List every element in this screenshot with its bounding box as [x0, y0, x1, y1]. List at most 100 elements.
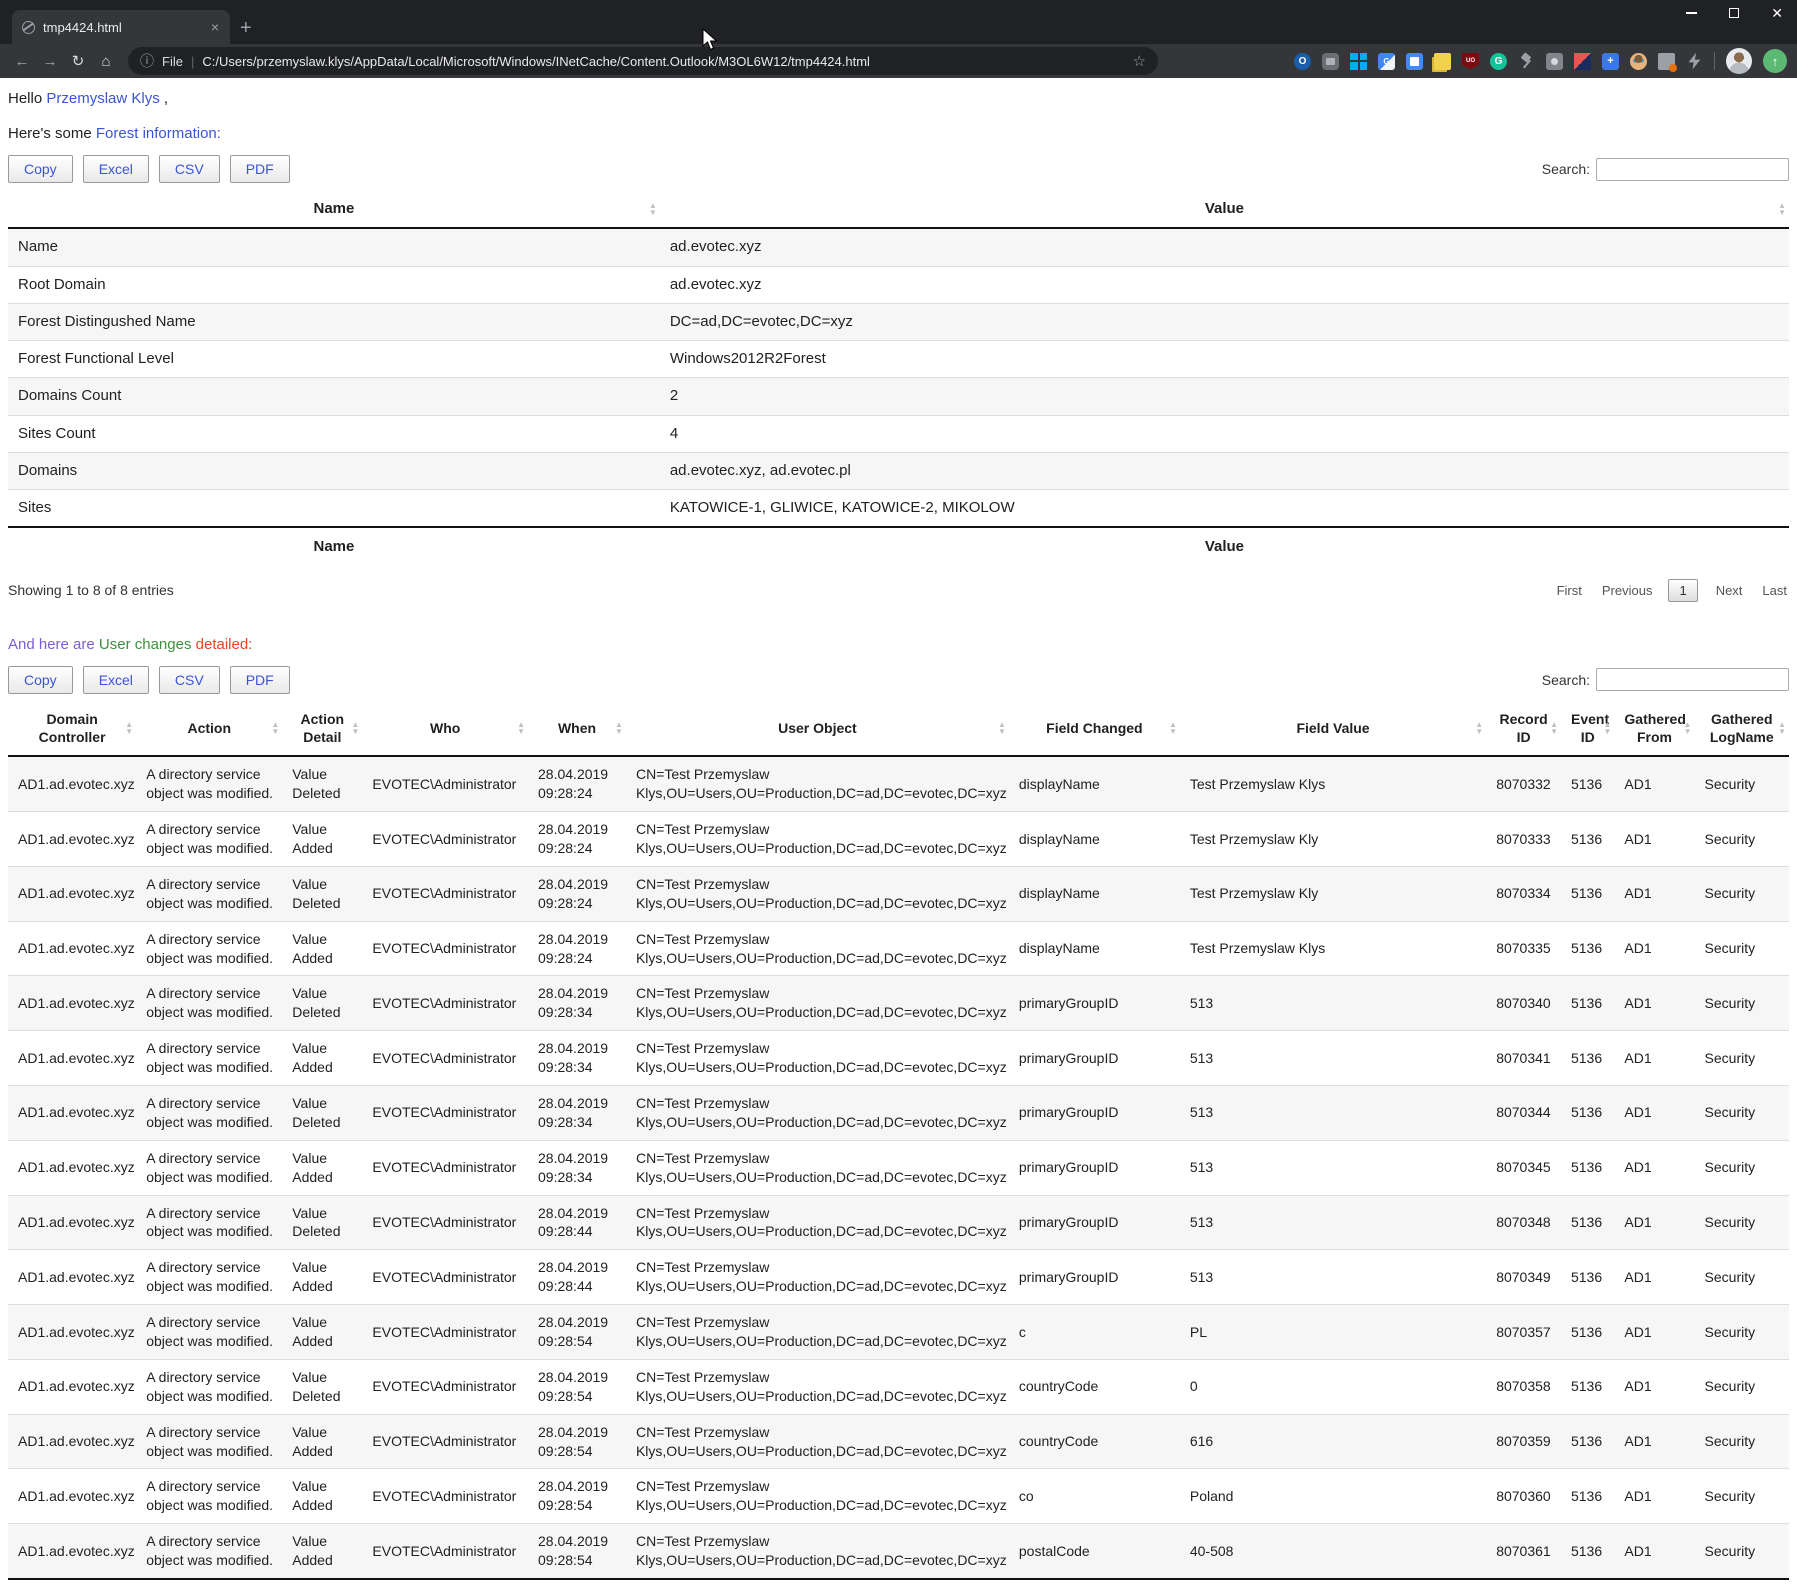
changes-table: Domain Controller▲▼Action▲▼Action Detail…	[8, 702, 1789, 1585]
table-row: SitesKATOWICE-1, GLIWICE, KATOWICE-2, MI…	[8, 490, 1789, 528]
column-header-label: Gathered From	[1624, 711, 1685, 746]
cell-event-id: 5136	[1561, 1085, 1614, 1140]
column-header-action-detail[interactable]: Action Detail▲▼	[282, 702, 362, 757]
table-row: AD1.ad.evotec.xyzA directory service obj…	[8, 866, 1789, 921]
changes-intro-prefix: And here are	[8, 636, 99, 653]
cell-value: Windows2012R2Forest	[660, 341, 1789, 378]
column-header-record-id[interactable]: Record ID▲▼	[1486, 702, 1561, 757]
cell-event-id: 5136	[1561, 812, 1614, 867]
cell-name: Sites	[8, 490, 660, 528]
cell-who: EVOTEC\Administrator	[362, 1085, 528, 1140]
forest-information-label: Forest information:	[96, 125, 221, 142]
cell-when: 28.04.2019 09:28:24	[528, 921, 626, 976]
excel-button[interactable]: Excel	[83, 666, 149, 694]
browser-tab[interactable]: tmp4424.html ×	[12, 10, 230, 44]
pagination-last-button[interactable]: Last	[1760, 579, 1789, 602]
table-row: Domains Count2	[8, 378, 1789, 415]
page-info-icon[interactable]: ⓘ	[140, 51, 154, 71]
cell-domain-controller: AD1.ad.evotec.xyz	[8, 1305, 136, 1360]
sort-icon: ▲▼	[351, 721, 359, 735]
cell-user-object: CN=Test Przemyslaw Klys,OU=Users,OU=Prod…	[626, 1469, 1009, 1524]
bookmark-star-icon[interactable]: ☆	[1133, 52, 1146, 70]
cell-domain-controller: AD1.ad.evotec.xyz	[8, 1250, 136, 1305]
ublock-icon[interactable]	[1462, 53, 1479, 70]
pagination-previous-button[interactable]: Previous	[1600, 579, 1655, 602]
pdf-button[interactable]: PDF	[230, 155, 290, 183]
column-header-gathered-logname[interactable]: Gathered LogName▲▼	[1695, 702, 1789, 757]
column-header-value[interactable]: Value▲▼	[660, 191, 1789, 228]
column-header-field-changed[interactable]: Field Changed▲▼	[1009, 702, 1180, 757]
cell-who: EVOTEC\Administrator	[362, 1524, 528, 1579]
column-header-field-value[interactable]: Field Value▲▼	[1180, 702, 1486, 757]
pdf-button[interactable]: PDF	[230, 666, 290, 694]
cell-when: 28.04.2019 09:28:24	[528, 812, 626, 867]
onepassword-icon[interactable]	[1294, 53, 1311, 70]
footer-header-label: Name	[313, 538, 354, 555]
pagination-next-button[interactable]: Next	[1714, 579, 1745, 602]
cell-field-value: 513	[1180, 1031, 1486, 1086]
pin-icon[interactable]	[1518, 53, 1535, 70]
user-changes-label: User changes	[99, 636, 192, 653]
lightning-icon[interactable]	[1686, 53, 1703, 70]
window-minimize-button[interactable]	[1686, 12, 1697, 14]
person-icon[interactable]	[1630, 53, 1647, 70]
cell-field-changed: countryCode	[1009, 1359, 1180, 1414]
recorder-icon[interactable]	[1658, 53, 1675, 70]
cell-record-id: 8070341	[1486, 1031, 1561, 1086]
toolbar-divider	[1714, 52, 1715, 70]
column-header-when[interactable]: When▲▼	[528, 702, 626, 757]
pagination-page-1-button[interactable]: 1	[1668, 579, 1697, 602]
grammarly-icon[interactable]	[1490, 53, 1507, 70]
column-header-name[interactable]: Name▲▼	[8, 191, 660, 228]
column-header-event-id[interactable]: Event ID▲▼	[1561, 702, 1614, 757]
reload-icon[interactable]: ↻	[66, 52, 90, 70]
flag-icon[interactable]	[1574, 53, 1591, 70]
column-header-label: When	[558, 720, 596, 736]
table-row: AD1.ad.evotec.xyzA directory service obj…	[8, 976, 1789, 1031]
cell-user-object: CN=Test Przemyslaw Klys,OU=Users,OU=Prod…	[626, 976, 1009, 1031]
excel-button[interactable]: Excel	[83, 155, 149, 183]
screenshot-icon[interactable]	[1546, 53, 1563, 70]
windows-icon[interactable]	[1350, 53, 1367, 70]
new-tab-button[interactable]: +	[240, 18, 252, 38]
defender-icon[interactable]	[1602, 53, 1619, 70]
window-close-button[interactable]: ✕	[1771, 6, 1783, 20]
back-icon[interactable]: ←	[10, 53, 34, 70]
upload-status-icon[interactable]	[1763, 49, 1787, 73]
copy-button[interactable]: Copy	[8, 155, 73, 183]
cell-gathered-logname: Security	[1695, 1469, 1789, 1524]
table-row: AD1.ad.evotec.xyzA directory service obj…	[8, 1031, 1789, 1086]
cell-name: Sites Count	[8, 415, 660, 452]
cell-who: EVOTEC\Administrator	[362, 756, 528, 811]
tab-close-icon[interactable]: ×	[208, 19, 222, 35]
column-header-user-object[interactable]: User Object▲▼	[626, 702, 1009, 757]
cell-domain-controller: AD1.ad.evotec.xyz	[8, 1359, 136, 1414]
table-row: Sites Count4	[8, 415, 1789, 452]
pagination-first-button[interactable]: First	[1555, 579, 1584, 602]
footer-header-who: Who	[362, 1579, 528, 1585]
cell-field-value: 513	[1180, 1250, 1486, 1305]
export-buttons-group: Copy Excel CSV PDF	[8, 666, 290, 694]
window-maximize-button[interactable]	[1729, 8, 1739, 18]
copy-button[interactable]: Copy	[8, 666, 73, 694]
csv-button[interactable]: CSV	[159, 155, 220, 183]
profile-avatar[interactable]	[1726, 48, 1752, 74]
cell-field-changed: primaryGroupID	[1009, 1250, 1180, 1305]
screen-capture-icon[interactable]	[1322, 53, 1339, 70]
cell-gathered-from: AD1	[1614, 1085, 1694, 1140]
reader-icon[interactable]	[1406, 53, 1423, 70]
cell-name: Forest Distingushed Name	[8, 303, 660, 340]
forward-icon[interactable]: →	[38, 53, 62, 70]
csv-button[interactable]: CSV	[159, 666, 220, 694]
translate-icon[interactable]	[1378, 53, 1395, 70]
column-header-gathered-from[interactable]: Gathered From▲▼	[1614, 702, 1694, 757]
column-header-action[interactable]: Action▲▼	[136, 702, 282, 757]
column-header-domain-controller[interactable]: Domain Controller▲▼	[8, 702, 136, 757]
column-header-who[interactable]: Who▲▼	[362, 702, 528, 757]
changes-search-input[interactable]	[1596, 668, 1789, 691]
home-icon[interactable]: ⌂	[94, 53, 118, 70]
copy-pages-icon[interactable]	[1434, 53, 1451, 70]
forest-search-input[interactable]	[1596, 158, 1789, 181]
address-bar[interactable]: ⓘ File | C:/Users/przemyslaw.klys/AppDat…	[128, 47, 1158, 75]
cell-gathered-from: AD1	[1614, 1469, 1694, 1524]
